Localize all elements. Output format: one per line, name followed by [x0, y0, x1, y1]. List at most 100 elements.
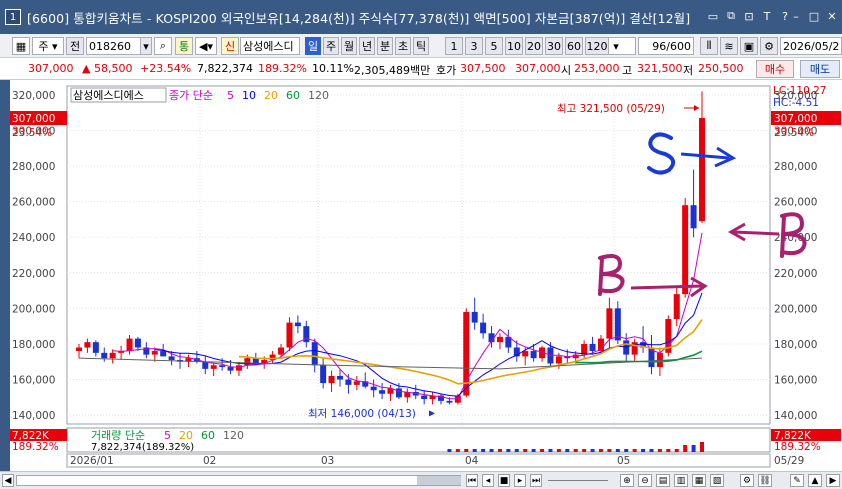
- volume-bar: [641, 449, 646, 452]
- restore-window-icon[interactable]: ⧉: [724, 9, 738, 23]
- price-chart-svg[interactable]: 320,000 320,000300,000 300,000280,000 280,0…: [10, 80, 842, 477]
- period-button-6[interactable]: 틱: [413, 37, 429, 55]
- period-button-2[interactable]: 월: [341, 37, 357, 55]
- tool-icon[interactable]: ✎: [790, 474, 804, 487]
- low-price: 250,500: [698, 62, 744, 75]
- current-price: 307,000: [28, 62, 74, 75]
- y-tick-left: 280,000: [12, 161, 55, 173]
- interval-button-30[interactable]: 30: [545, 37, 563, 55]
- volume-bar: [447, 449, 452, 452]
- interval-button-10[interactable]: 10: [505, 37, 523, 55]
- sell-button[interactable]: 매도: [800, 60, 840, 78]
- volume-legend-60: 60: [201, 429, 215, 442]
- zoom-slider[interactable]: [548, 480, 608, 481]
- prev-button[interactable]: 전: [66, 37, 84, 55]
- chart-area[interactable]: 320,000 320,000 300,000 300,000 280,000 280,0…: [10, 80, 842, 477]
- tong-button[interactable]: 통: [175, 37, 193, 55]
- last-icon[interactable]: ⏭: [530, 474, 542, 487]
- sin-button[interactable]: 신: [221, 37, 239, 55]
- candle-body: [522, 351, 529, 357]
- gear-icon[interactable]: ⚙: [760, 37, 778, 55]
- scroll-track[interactable]: [16, 475, 461, 486]
- minimize-icon[interactable]: –: [790, 10, 802, 23]
- scroll-thumb[interactable]: [417, 476, 461, 485]
- link-icon[interactable]: ⛓: [758, 474, 772, 487]
- candle-body: [353, 381, 360, 385]
- buy-button[interactable]: 매수: [756, 60, 794, 78]
- period-button-4[interactable]: 분: [377, 37, 393, 55]
- zoom-in-icon[interactable]: ⊕: [620, 474, 634, 487]
- code-value: 018260: [89, 39, 131, 53]
- layout-3-icon[interactable]: ▦: [692, 474, 706, 487]
- layout-4-icon[interactable]: ▧: [710, 474, 724, 487]
- pin-icon[interactable]: ⊡: [742, 9, 756, 23]
- candle-body: [480, 322, 487, 334]
- candle-body: [109, 352, 116, 359]
- y-tick-left: 320,000: [12, 90, 55, 102]
- candle-body: [219, 365, 226, 368]
- volume-bar: [481, 449, 486, 452]
- interval-button-60[interactable]: 60: [565, 37, 583, 55]
- layout-2-icon[interactable]: ▥: [674, 474, 688, 487]
- candle-body: [286, 322, 293, 348]
- save-icon[interactable]: ▣: [740, 37, 758, 55]
- volume-bar: [674, 449, 679, 452]
- search-icon[interactable]: ⌕: [154, 37, 172, 55]
- prev-page-icon[interactable]: ◂: [482, 474, 494, 487]
- interval-button-120[interactable]: 120: [585, 37, 609, 55]
- close-icon[interactable]: ✕: [826, 10, 838, 23]
- y-tick-right: 140,000: [774, 410, 817, 422]
- candle-type-icon[interactable]: ⫴: [700, 37, 718, 55]
- y-tick-right: 260,000: [774, 197, 817, 209]
- market-select[interactable]: 주 ▾: [32, 37, 64, 55]
- volume-legend-label: 거래량 단순: [91, 429, 145, 442]
- bid-price: 307,000: [515, 62, 561, 75]
- scroll-right-icon[interactable]: ▶: [826, 474, 840, 487]
- period-button-1[interactable]: 주: [323, 37, 339, 55]
- grid-icon[interactable]: ▦: [12, 37, 30, 55]
- text-icon[interactable]: T: [760, 9, 774, 23]
- layout-icon[interactable]: ▭: [706, 9, 720, 23]
- layout-1-icon[interactable]: ▤: [656, 474, 670, 487]
- period-button-5[interactable]: 초: [395, 37, 411, 55]
- date-input[interactable]: 2026/05/2: [780, 37, 842, 55]
- first-icon[interactable]: ⏮: [466, 474, 478, 487]
- interval-button-3[interactable]: 3: [465, 37, 483, 55]
- candle-body: [160, 351, 167, 357]
- candle-body: [227, 367, 234, 371]
- maximize-icon[interactable]: □: [808, 10, 820, 23]
- interval-button-1[interactable]: 1: [445, 37, 463, 55]
- volume-bar: [649, 449, 654, 452]
- next-page-icon[interactable]: ▸: [514, 474, 526, 487]
- volume-bar: [464, 449, 469, 452]
- settings-icon[interactable]: ⚙: [740, 474, 754, 487]
- y-tick-right: 180,000: [774, 339, 817, 351]
- count-input[interactable]: 96/600: [638, 37, 694, 55]
- interval-button-5[interactable]: 5: [485, 37, 503, 55]
- interval-button-20[interactable]: 20: [525, 37, 543, 55]
- window-number[interactable]: 1: [5, 9, 21, 25]
- zoom-out-icon[interactable]: ⊖: [638, 474, 652, 487]
- chart-type-icon[interactable]: ≋: [720, 37, 738, 55]
- market-label: 주: [38, 40, 49, 53]
- period-button-3[interactable]: 년: [359, 37, 375, 55]
- x-axis-frame: [66, 453, 771, 468]
- play-icon[interactable]: ■: [498, 474, 510, 487]
- code-dropdown-icon[interactable]: ▾: [140, 37, 152, 55]
- candle-body: [614, 308, 621, 341]
- legend-ma-120: 120: [308, 89, 329, 102]
- sound-icon[interactable]: ◀▾: [195, 37, 217, 55]
- volume-value: 7,822,374(189.32%): [91, 442, 194, 453]
- stock-name-field[interactable]: 삼성에스디: [240, 37, 300, 55]
- quote-bar: 307,000 ▲ 58,500 +23.54% 7,822,374 189.3…: [0, 58, 842, 80]
- candle-body: [328, 375, 335, 384]
- candle-body: [623, 340, 630, 355]
- y-tick-right: 280,000: [774, 161, 817, 173]
- candle-body: [92, 342, 99, 353]
- scroll-up-icon[interactable]: ▲: [808, 474, 822, 487]
- y-tick-right: 220,000: [774, 268, 817, 280]
- scroll-left-icon[interactable]: ◀: [2, 474, 14, 487]
- period-button-0[interactable]: 일: [305, 37, 321, 55]
- volume-bar: [607, 449, 612, 452]
- x-label: 03: [321, 455, 334, 467]
